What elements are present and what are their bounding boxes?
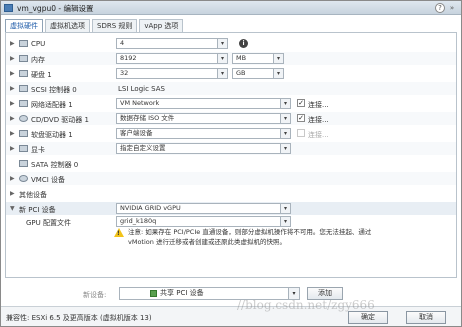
pci-device-select[interactable]: NVIDIA GRID vGPU bbox=[116, 203, 281, 214]
tab-virtual-hardware[interactable]: 虚拟硬件 bbox=[5, 19, 43, 33]
sata-icon bbox=[19, 160, 28, 167]
disk-label: 硬盘 1 bbox=[31, 71, 52, 79]
memory-unit-select[interactable]: MB bbox=[232, 53, 274, 64]
floppy-row: ▶ 软盘驱动器 1 客户端设备 ▾ 连接... bbox=[6, 127, 456, 140]
sata-row: SATA 控制器 0 bbox=[6, 157, 456, 170]
expand-arrow-icon[interactable]: ▶ bbox=[10, 145, 16, 152]
scsi-label: SCSI 控制器 0 bbox=[31, 86, 77, 94]
gpu-profile-select[interactable]: grid_k180q bbox=[116, 216, 281, 227]
expand-arrow-icon[interactable]: ▶ bbox=[10, 100, 16, 107]
disk-size-field[interactable]: 32 bbox=[116, 68, 218, 79]
network-select[interactable]: VM Network bbox=[116, 98, 281, 109]
video-dropdown[interactable]: ▾ bbox=[281, 143, 291, 154]
gpu-profile-dropdown[interactable]: ▾ bbox=[281, 216, 291, 227]
memory-row: ▶ 内存 8192 ▾ MB ▾ bbox=[6, 52, 456, 65]
scsi-type: LSI Logic SAS bbox=[118, 85, 165, 93]
vmci-row: ▶ VMCI 设备 bbox=[6, 172, 456, 185]
memory-icon bbox=[19, 55, 28, 62]
expand-arrow-icon[interactable]: ▶ bbox=[10, 130, 16, 137]
network-connect-checkbox[interactable]: ✓ bbox=[297, 99, 305, 107]
new-device-bar: 新设备: 共享 PCI 设备 ▾ 添加 bbox=[5, 286, 457, 304]
cancel-button[interactable]: 取消 bbox=[406, 311, 446, 324]
network-dropdown[interactable]: ▾ bbox=[281, 98, 291, 109]
new-pci-row: ▼ 新 PCI 设备 NVIDIA GRID vGPU ▾ bbox=[6, 202, 456, 215]
other-devices-row: ▶ 其他设备 bbox=[6, 187, 456, 200]
scsi-icon bbox=[19, 85, 28, 92]
cdrom-label: CD/DVD 驱动器 1 bbox=[31, 116, 89, 124]
memory-size-dropdown[interactable]: ▾ bbox=[218, 53, 228, 64]
network-label: 网络适配器 1 bbox=[31, 101, 73, 109]
network-adapter-icon bbox=[19, 100, 28, 107]
floppy-select[interactable]: 客户端设备 bbox=[116, 128, 281, 139]
memory-size-field[interactable]: 8192 bbox=[116, 53, 218, 64]
memory-unit-dropdown[interactable]: ▾ bbox=[274, 53, 284, 64]
floppy-connect-checkbox[interactable] bbox=[297, 129, 305, 137]
cpu-count-field[interactable]: 4 bbox=[116, 38, 218, 49]
expand-arrow-icon[interactable]: ▶ bbox=[10, 190, 16, 197]
vmci-icon bbox=[19, 175, 28, 182]
video-label: 显卡 bbox=[31, 146, 45, 154]
warning-text: 注意: 如果存在 PCI/PCIe 直通设备，则部分虚拟机操作将不可用。您无法挂… bbox=[128, 228, 372, 246]
expand-arrow-icon[interactable]: ▶ bbox=[10, 175, 16, 182]
collapse-arrow-icon[interactable]: ▼ bbox=[10, 205, 16, 212]
expand-icon[interactable]: » bbox=[447, 3, 457, 13]
cpu-icon bbox=[19, 40, 28, 47]
expand-arrow-icon[interactable]: ▶ bbox=[10, 85, 16, 92]
pci-device-icon bbox=[150, 290, 157, 297]
video-card-icon bbox=[19, 145, 28, 152]
cdrom-connect-label: 连接... bbox=[308, 116, 329, 124]
cpu-dropdown[interactable]: ▾ bbox=[218, 38, 228, 49]
expand-arrow-icon[interactable]: ▶ bbox=[10, 40, 16, 47]
gpu-profile-label: GPU 配置文件 bbox=[26, 219, 71, 227]
info-icon[interactable]: i bbox=[239, 39, 248, 48]
cdrom-select[interactable]: 数据存储 ISO 文件 bbox=[116, 113, 281, 124]
hardware-list: ▶ CPU 4 ▾ i ▶ 内存 8192 ▾ MB ▾ ▶ 硬盘 1 32 ▾… bbox=[5, 32, 457, 278]
floppy-icon bbox=[19, 130, 28, 137]
scsi-row: ▶ SCSI 控制器 0 LSI Logic SAS bbox=[6, 82, 456, 95]
network-connect-label: 连接... bbox=[308, 101, 329, 109]
disk-icon bbox=[19, 70, 28, 77]
cdrom-dropdown[interactable]: ▾ bbox=[281, 113, 291, 124]
window-title: vm_vgpu0 - 编辑设置 bbox=[17, 4, 94, 13]
tab-vm-options[interactable]: 虚拟机选项 bbox=[45, 19, 90, 33]
video-row: ▶ 显卡 指定自定义设置 ▾ bbox=[6, 142, 456, 155]
expand-arrow-icon[interactable]: ▶ bbox=[10, 70, 16, 77]
new-device-value: 共享 PCI 设备 bbox=[160, 289, 204, 297]
floppy-label: 软盘驱动器 1 bbox=[31, 131, 73, 139]
cdrom-icon bbox=[19, 115, 28, 122]
disk-row: ▶ 硬盘 1 32 ▾ GB ▾ bbox=[6, 67, 456, 80]
new-device-label: 新设备: bbox=[83, 291, 107, 299]
vmci-label: VMCI 设备 bbox=[31, 176, 66, 184]
tab-vapp-options[interactable]: vApp 选项 bbox=[139, 19, 184, 33]
memory-label: 内存 bbox=[31, 56, 45, 64]
dialog-footer: 兼容性: ESXi 6.5 及更高版本 (虚拟机版本 13) 确定 取消 bbox=[1, 306, 461, 326]
watermark: //blog.csdn.net/zgy666 bbox=[237, 298, 375, 312]
title-bar: vm_vgpu0 - 编辑设置 ? » bbox=[1, 1, 461, 15]
ok-button[interactable]: 确定 bbox=[348, 311, 388, 324]
network-row: ▶ 网络适配器 1 VM Network ▾ ✓ 连接... bbox=[6, 97, 456, 110]
expand-arrow-icon[interactable]: ▶ bbox=[10, 55, 16, 62]
cdrom-connect-checkbox[interactable]: ✓ bbox=[297, 114, 305, 122]
tab-bar: 虚拟硬件 虚拟机选项 SDRS 规则 vApp 选项 bbox=[5, 19, 185, 33]
video-select[interactable]: 指定自定义设置 bbox=[116, 143, 281, 154]
other-devices-label: 其他设备 bbox=[19, 191, 47, 199]
cdrom-row: ▶ CD/DVD 驱动器 1 数据存储 ISO 文件 ▾ ✓ 连接... bbox=[6, 112, 456, 125]
help-icon[interactable]: ? bbox=[435, 3, 445, 13]
disk-unit-select[interactable]: GB bbox=[232, 68, 274, 79]
tab-sdrs-rules[interactable]: SDRS 规则 bbox=[92, 19, 138, 33]
sata-label: SATA 控制器 0 bbox=[31, 161, 79, 169]
gpu-profile-row: GPU 配置文件 grid_k180q ▾ bbox=[6, 215, 456, 228]
disk-size-dropdown[interactable]: ▾ bbox=[218, 68, 228, 79]
disk-unit-dropdown[interactable]: ▾ bbox=[274, 68, 284, 79]
cpu-label: CPU bbox=[31, 40, 46, 48]
floppy-connect-label: 连接... bbox=[308, 131, 329, 139]
cpu-row: ▶ CPU 4 ▾ i bbox=[6, 37, 456, 50]
new-pci-label: 新 PCI 设备 bbox=[19, 206, 56, 214]
edit-settings-dialog: vm_vgpu0 - 编辑设置 ? » 虚拟硬件 虚拟机选项 SDRS 规则 v… bbox=[0, 0, 462, 327]
floppy-dropdown[interactable]: ▾ bbox=[281, 128, 291, 139]
compatibility-text: 兼容性: ESXi 6.5 及更高版本 (虚拟机版本 13) bbox=[6, 314, 152, 322]
vm-icon bbox=[4, 4, 13, 12]
pci-device-dropdown[interactable]: ▾ bbox=[281, 203, 291, 214]
expand-arrow-icon[interactable]: ▶ bbox=[10, 115, 16, 122]
